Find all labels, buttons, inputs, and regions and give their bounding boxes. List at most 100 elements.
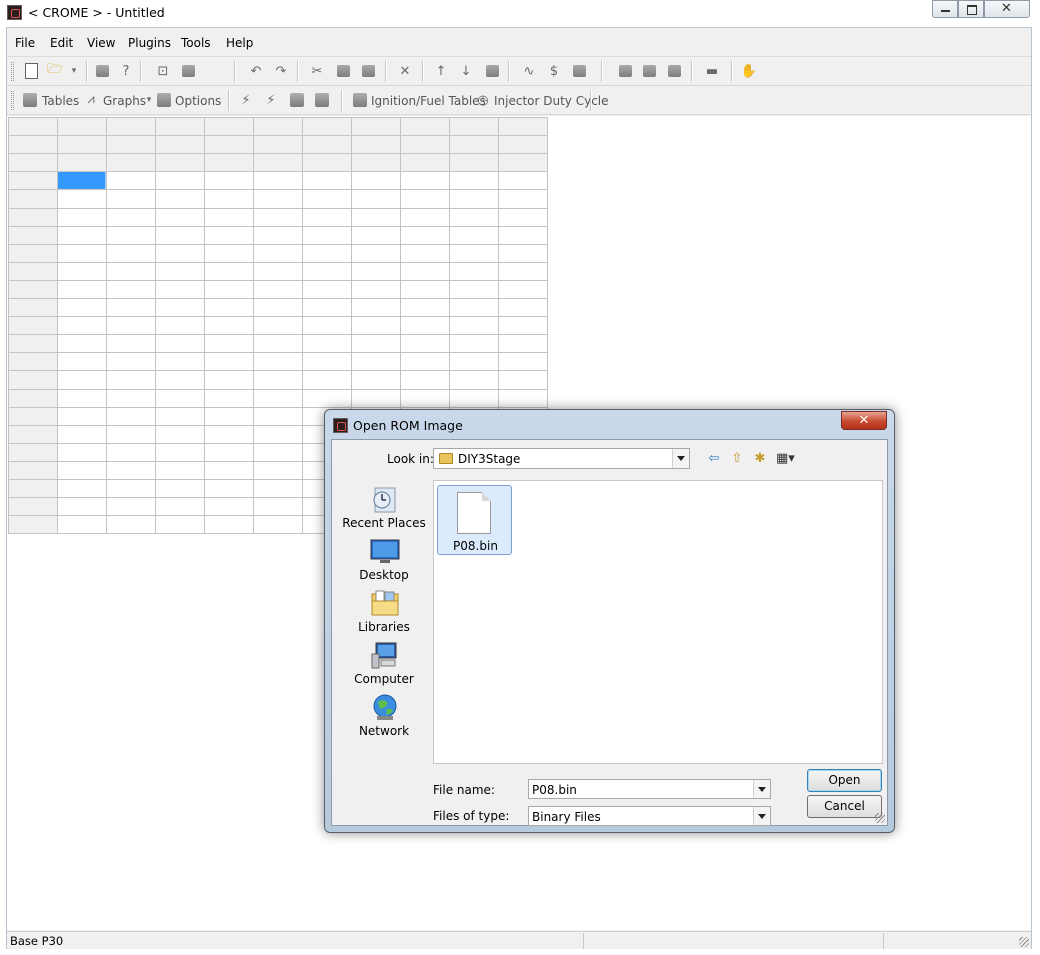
toolbar-grip[interactable] — [11, 91, 14, 110]
up-folder-icon[interactable]: ⇧ — [729, 451, 745, 467]
ignition-fuel-icon — [353, 93, 367, 107]
view-menu-icon[interactable]: ▦▾ — [776, 451, 795, 467]
place-libraries[interactable]: Libraries — [338, 586, 430, 636]
open-button[interactable]: Open — [807, 769, 882, 792]
recent-places-icon — [373, 487, 396, 513]
minimize-button[interactable] — [932, 0, 958, 18]
stop-icon[interactable] — [571, 63, 587, 79]
chip-icon[interactable]: ▬ — [704, 63, 720, 79]
vertical-scrollbar[interactable] — [883, 480, 888, 764]
delete-icon[interactable]: ✕ — [397, 63, 413, 79]
table-b-icon[interactable] — [315, 93, 329, 107]
app-icon[interactable] — [7, 5, 22, 20]
toolbar-separator — [234, 61, 236, 82]
chevron-down-icon[interactable] — [672, 449, 689, 468]
select-icon[interactable] — [484, 63, 500, 79]
chevron-down-icon[interactable]: ▾ — [66, 63, 82, 79]
timing-icon[interactable]: ⚡ — [238, 92, 254, 108]
toolbar-separator — [341, 90, 343, 111]
view-toolbar: Tables ⩘ Graphs ▾ Options ⚡ ⚡ Ignition/F… — [7, 86, 1031, 115]
file-type-label: Files of type: — [433, 809, 510, 823]
close-icon: ✕ — [858, 413, 870, 428]
open-folder-icon[interactable]: 🗁 — [47, 62, 63, 79]
new-folder-icon[interactable]: ✱ — [752, 451, 768, 467]
resize-grip[interactable] — [875, 813, 885, 823]
places-bar: Recent Places Desktop Libraries Computer… — [338, 480, 430, 780]
toolbar-grip[interactable] — [11, 62, 14, 81]
selected-cell[interactable] — [57, 171, 106, 189]
network-icon — [373, 694, 397, 720]
copy-icon[interactable] — [335, 63, 351, 79]
back-icon[interactable]: ⇦ — [706, 451, 722, 467]
options-button[interactable]: Options — [175, 94, 221, 108]
look-in-dropdown[interactable]: DIY3Stage — [433, 448, 690, 469]
edit-icon[interactable] — [641, 63, 657, 79]
file-list[interactable]: P08.bin — [433, 480, 883, 764]
file-type-select[interactable]: Binary Files — [528, 806, 771, 826]
cut-icon[interactable]: ✂ — [309, 63, 325, 79]
download-icon[interactable] — [617, 63, 633, 79]
undo-icon[interactable]: ↶ — [248, 63, 264, 79]
menu-help[interactable]: Help — [226, 36, 253, 50]
menu-bar: File Edit View Plugins Tools Help — [7, 28, 1031, 57]
table-a-icon[interactable] — [290, 93, 304, 107]
menu-tools[interactable]: Tools — [181, 36, 211, 50]
toolbar-separator — [297, 61, 299, 82]
fuel-icon[interactable]: ⚡ — [263, 92, 279, 108]
resize-grip[interactable] — [1019, 937, 1029, 947]
new-file-icon[interactable] — [23, 63, 39, 79]
computer-icon — [371, 642, 397, 669]
file-type-value: Binary Files — [532, 810, 601, 824]
place-network[interactable]: Network — [338, 690, 430, 740]
redo-icon[interactable]: ↷ — [273, 63, 289, 79]
toolbar-separator — [508, 61, 510, 82]
title-bar: < CROME > - Untitled ✕ — [0, 0, 1040, 27]
toolbar-separator — [601, 61, 603, 82]
graph-icon[interactable]: ∿ — [521, 63, 537, 79]
menu-plugins[interactable]: Plugins — [128, 36, 171, 50]
maximize-button[interactable] — [958, 0, 984, 18]
file-name: P08.bin — [453, 539, 498, 553]
file-name-input[interactable]: P08.bin — [528, 779, 771, 799]
desktop-icon — [370, 539, 400, 563]
place-label: Network — [358, 724, 410, 738]
place-label: Computer — [354, 672, 414, 686]
place-computer[interactable]: Computer — [338, 638, 430, 688]
status-pane — [883, 933, 884, 949]
close-icon: ✕ — [1001, 1, 1012, 16]
tables-icon — [23, 93, 37, 107]
place-recent-places[interactable]: Recent Places — [338, 482, 430, 532]
toolbar-separator — [228, 90, 230, 111]
export-icon[interactable] — [180, 63, 196, 79]
arrow-down-icon[interactable]: ↓ — [458, 63, 474, 79]
file-item[interactable]: P08.bin — [437, 485, 512, 555]
file-name-value: P08.bin — [532, 783, 577, 797]
menu-edit[interactable]: Edit — [50, 36, 73, 50]
chevron-down-icon[interactable] — [753, 780, 770, 798]
window-title: < CROME > - Untitled — [28, 5, 165, 20]
tables-button[interactable]: Tables — [42, 94, 79, 108]
upload-icon[interactable]: ⊡ — [155, 63, 171, 79]
toolbar-separator — [140, 61, 142, 82]
place-desktop[interactable]: Desktop — [338, 534, 430, 584]
cancel-button[interactable]: Cancel — [807, 795, 882, 818]
plugin-icon[interactable]: ✋ — [741, 63, 757, 79]
chevron-down-icon[interactable] — [753, 807, 770, 825]
close-button[interactable]: ✕ — [984, 0, 1030, 18]
bookmark-icon[interactable] — [666, 63, 682, 79]
toolbar-separator — [731, 61, 733, 82]
graphs-button[interactable]: Graphs — [103, 94, 146, 108]
chevron-down-icon[interactable]: ▾ — [141, 92, 157, 108]
arrow-up-icon[interactable]: ↑ — [433, 63, 449, 79]
dollar-icon[interactable]: $ — [546, 63, 562, 79]
save-icon[interactable] — [94, 63, 110, 79]
dialog-close-button[interactable]: ✕ — [841, 411, 887, 430]
menu-file[interactable]: File — [15, 36, 35, 50]
dialog-body: Look in: DIY3Stage ⇦ ⇧ ✱ ▦▾ Recent Place… — [331, 439, 888, 826]
ignition-fuel-tables-button[interactable]: Ignition/Fuel Tables — [371, 94, 486, 108]
look-in-value: DIY3Stage — [458, 452, 521, 466]
folder-icon — [439, 453, 453, 464]
paste-icon[interactable] — [360, 63, 376, 79]
help-icon[interactable]: ? — [118, 63, 134, 79]
menu-view[interactable]: View — [87, 36, 115, 50]
